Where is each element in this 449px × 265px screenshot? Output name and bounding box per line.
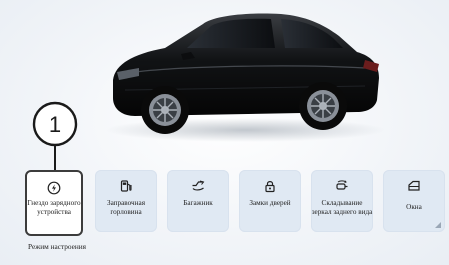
tile-label: Замки дверей — [249, 199, 291, 207]
tile-door-locks[interactable]: Замки дверей — [239, 170, 301, 232]
quick-controls-row: Гнездо зарядного устройства Заправочная … — [22, 168, 445, 236]
window-icon — [408, 180, 420, 191]
tile-trunk[interactable]: Багажник — [167, 170, 229, 232]
door-lock-icon — [265, 181, 275, 193]
tile-windows[interactable]: Окна — [383, 170, 445, 232]
fuel-filler-icon — [120, 180, 132, 192]
tile-label: Окна — [406, 203, 422, 211]
charging-port-icon — [47, 181, 61, 195]
tile-label: Багажник — [183, 199, 213, 207]
tile-label: Заправочная горловина — [106, 199, 146, 216]
mood-mode-label[interactable]: Режим настроения — [28, 242, 86, 251]
resize-corner-icon — [435, 222, 441, 228]
tile-charging-port[interactable]: Гнездо зарядного устройства — [25, 170, 83, 236]
mirror-fold-icon — [336, 180, 348, 190]
tile-label: Складывание зеркал заднего вида — [311, 199, 373, 216]
trunk-icon — [192, 180, 205, 191]
car-image — [105, 13, 385, 142]
vehicle-settings-screen: 1 Гнездо зарядного устройства Заправочна… — [0, 0, 449, 265]
tile-mirror-fold[interactable]: Складывание зеркал заднего вида — [311, 170, 373, 232]
tile-label: Гнездо зарядного устройства — [27, 199, 81, 216]
callout-number: 1 — [49, 112, 61, 137]
tile-fuel-filler[interactable]: Заправочная горловина — [95, 170, 157, 232]
